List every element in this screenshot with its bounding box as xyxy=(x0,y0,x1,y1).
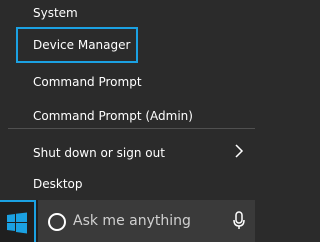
taskbar: Ask me anything xyxy=(0,200,255,242)
menu-item-command-prompt[interactable]: Command Prompt xyxy=(0,70,255,94)
menu-item-label: Shut down or sign out xyxy=(33,146,165,160)
menu-divider xyxy=(8,128,255,129)
menu-item-device-manager[interactable]: Device Manager xyxy=(0,33,255,57)
menu-item-label: Command Prompt xyxy=(33,75,142,89)
microphone-icon[interactable] xyxy=(232,210,246,232)
menu-item-command-prompt-admin[interactable]: Command Prompt (Admin) xyxy=(0,104,255,128)
menu-item-label: Command Prompt (Admin) xyxy=(33,109,193,123)
menu-item-desktop[interactable]: Desktop xyxy=(0,172,255,196)
start-button[interactable] xyxy=(0,200,36,242)
power-user-menu: System Device Manager Command Prompt Com… xyxy=(0,0,255,200)
menu-item-system[interactable]: System xyxy=(0,1,255,25)
windows-logo-icon xyxy=(7,212,27,234)
menu-item-shut-down-or-sign-out[interactable]: Shut down or sign out xyxy=(0,141,255,165)
chevron-right-icon xyxy=(235,144,244,158)
menu-item-label: System xyxy=(33,6,78,20)
menu-item-label: Device Manager xyxy=(33,38,131,52)
search-box[interactable]: Ask me anything xyxy=(38,200,255,242)
menu-item-label: Desktop xyxy=(33,177,83,191)
search-circle-icon xyxy=(48,213,66,231)
search-placeholder: Ask me anything xyxy=(73,213,191,229)
